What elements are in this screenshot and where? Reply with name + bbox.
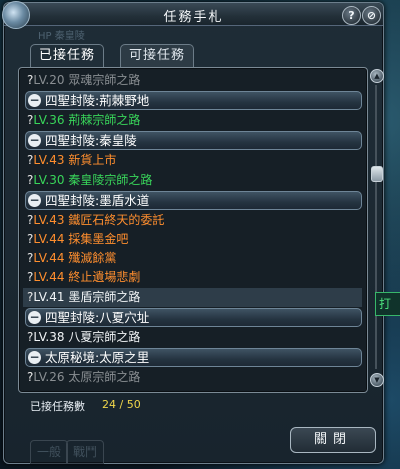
tab-accepted[interactable]: 已接任務 <box>30 44 105 67</box>
quest-rows: ?LV.20 眾魂宗師之路 − 四聖封陵:荊棘野地 ?LV.36 荊棘宗師之路 − 四聖封… <box>23 71 362 387</box>
quest-item[interactable]: ?LV.44 採集墨金吧 <box>23 230 362 249</box>
quest-text: ?LV.41 墨盾宗師之路 <box>23 290 140 304</box>
quest-item[interactable]: ?LV.26 太原宗師之路 <box>23 368 362 387</box>
close-button[interactable]: 關閉 <box>290 427 376 453</box>
quest-text: ?LV.38 八夏宗師之路 <box>23 330 140 344</box>
quest-item[interactable]: ?LV.44 殲滅餘黨 <box>23 249 362 268</box>
close-icon[interactable]: ⊘ <box>362 6 381 25</box>
category-label: 四聖封陵:秦皇陵 <box>45 133 137 149</box>
tab-available[interactable]: 可接任務 <box>120 44 195 67</box>
quest-text: ?LV.44 終止遺場悲劇 <box>23 270 140 284</box>
quest-level: LV.44 <box>33 231 65 246</box>
quest-level: LV.30 <box>33 172 65 187</box>
quest-item[interactable]: ?LV.41 墨盾宗師之路 <box>23 287 362 307</box>
category-label: 四聖封陵:墨盾水道 <box>45 192 150 208</box>
accepted-count-value: 24 / 50 <box>102 398 141 411</box>
chat-tab-general[interactable]: 一般 <box>30 440 69 464</box>
category-header[interactable]: − 四聖封陵:八夏穴址 <box>25 307 362 327</box>
quest-level: LV.43 <box>33 212 65 227</box>
quest-level: LV.43 <box>33 153 65 168</box>
quest-level: LV.38 <box>33 329 65 344</box>
quest-name: 太原宗師之路 <box>68 369 141 384</box>
minus-icon[interactable]: − <box>28 193 41 207</box>
minus-icon[interactable]: − <box>28 94 41 108</box>
quest-name: 八夏宗師之路 <box>68 329 141 344</box>
titlebar[interactable]: 任務手札 ? ⊘ <box>2 1 383 29</box>
category-label: 太原秘境:太原之里 <box>45 349 150 365</box>
scroll-thumb[interactable] <box>371 166 383 182</box>
quest-item[interactable]: ?LV.30 秦皇陵宗師之路 <box>23 171 362 190</box>
quest-item[interactable]: ?LV.20 眾魂宗師之路 <box>23 71 362 90</box>
quest-item[interactable]: ?LV.36 荊棘宗師之路 <box>23 111 362 130</box>
quest-item[interactable]: ?LV.44 終止遺場悲劇 <box>23 268 362 287</box>
quest-level: LV.41 <box>33 289 65 304</box>
window-title: 任務手札 <box>163 10 224 25</box>
quest-name: 眾魂宗師之路 <box>68 73 141 87</box>
category-header[interactable]: − 太原秘境:太原之里 <box>25 347 362 367</box>
quest-list: ?LV.20 眾魂宗師之路 − 四聖封陵:荊棘野地 ?LV.36 荊棘宗師之路 − 四聖封… <box>18 67 368 393</box>
quest-item[interactable]: ?LV.43 新貨上市 <box>23 151 362 170</box>
quest-name: 新貨上市 <box>68 153 117 168</box>
minus-icon[interactable]: − <box>28 310 41 324</box>
category-label: 四聖封陵:荊棘野地 <box>45 93 150 109</box>
scroll-up-icon[interactable]: ▲ <box>370 69 384 83</box>
quest-name: 終止遺場悲劇 <box>68 270 141 285</box>
scrollbar[interactable]: ▲ ▼ <box>370 69 384 387</box>
minus-icon[interactable]: − <box>28 134 41 148</box>
accepted-count-label: 已接任務數 <box>30 400 85 413</box>
quest-text: ?LV.43 新貨上市 <box>23 153 116 167</box>
quest-level: LV.44 <box>33 251 65 266</box>
help-button[interactable]: ? <box>342 6 361 25</box>
quest-level: LV.36 <box>33 113 65 128</box>
quest-text: ?LV.36 荊棘宗師之路 <box>23 113 140 127</box>
quest-journal-window: 任務手札 ? ⊘ HP 秦皇陵 已接任務 可接任務 ?LV.20 眾魂宗師之路 −… <box>2 1 384 464</box>
quest-text: ?LV.43 鐵匠石終天的委託 <box>23 213 164 227</box>
quest-name: 荊棘宗師之路 <box>68 113 141 128</box>
quest-text: ?LV.20 眾魂宗師之路 <box>23 73 140 87</box>
quest-name: 殲滅餘黨 <box>68 251 117 266</box>
quest-text: ?LV.44 殲滅餘黨 <box>23 251 116 265</box>
category-header[interactable]: − 四聖封陵:荊棘野地 <box>25 91 362 111</box>
quest-item[interactable]: ?LV.38 八夏宗師之路 <box>23 328 362 347</box>
quest-name: 秦皇陵宗師之路 <box>68 172 153 187</box>
quest-level: LV.44 <box>33 270 65 285</box>
category-header[interactable]: − 四聖封陵:秦皇陵 <box>25 131 362 151</box>
scroll-down-icon[interactable]: ▼ <box>370 373 384 387</box>
quest-item[interactable]: ?LV.43 鐵匠石終天的委託 <box>23 211 362 230</box>
quest-name: 墨盾宗師之路 <box>68 289 141 304</box>
minus-icon[interactable]: − <box>28 350 41 364</box>
quest-text: ?LV.30 秦皇陵宗師之路 <box>23 173 152 187</box>
quest-name: 採集墨金吧 <box>68 231 129 246</box>
quest-level: LV.20 <box>33 73 65 87</box>
quest-text: ?LV.44 採集墨金吧 <box>23 232 128 246</box>
chat-tab-battle[interactable]: 戰鬥 <box>66 440 105 464</box>
quest-text: ?LV.26 太原宗師之路 <box>23 370 140 384</box>
quest-name: 鐵匠石終天的委託 <box>68 212 165 227</box>
background-text: HP 秦皇陵 <box>38 31 85 42</box>
quest-level: LV.26 <box>33 369 65 384</box>
scroll-track[interactable] <box>375 85 377 369</box>
category-header[interactable]: − 四聖封陵:墨盾水道 <box>25 190 362 210</box>
side-label[interactable]: 打 <box>375 292 400 316</box>
category-label: 四聖封陵:八夏穴址 <box>45 309 150 325</box>
